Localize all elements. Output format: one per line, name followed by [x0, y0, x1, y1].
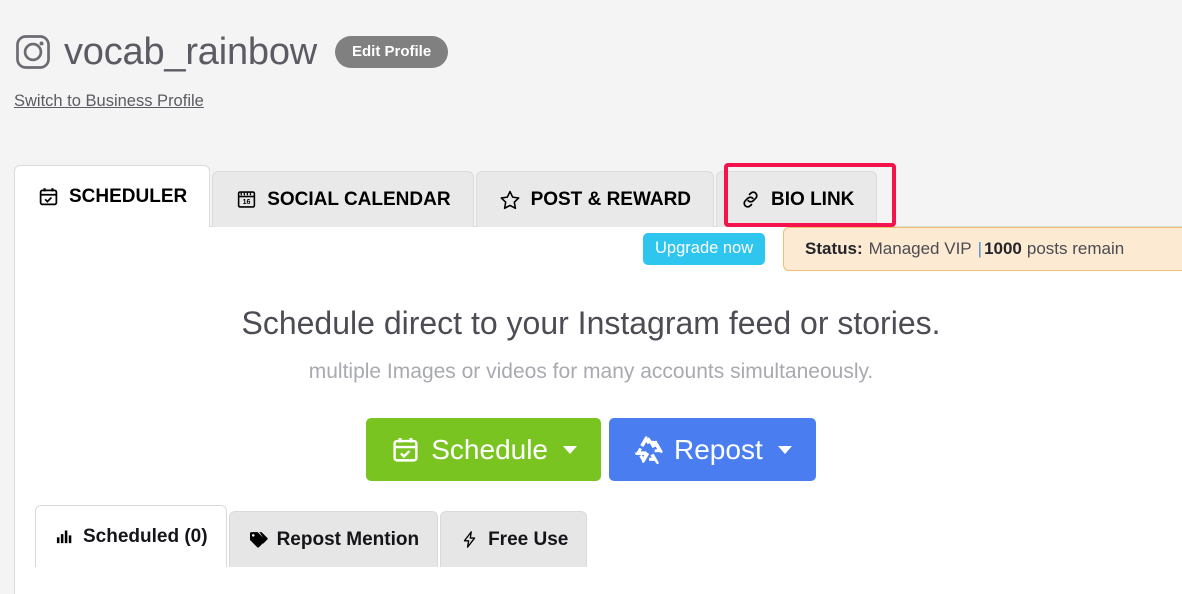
chevron-down-icon: [777, 445, 792, 454]
tab-label: SCHEDULER: [69, 185, 188, 207]
star-icon: [499, 189, 521, 211]
link-icon: [739, 189, 761, 211]
status-quota-count: 1000: [984, 239, 1022, 258]
tab-scheduler[interactable]: SCHEDULER: [14, 165, 211, 227]
tab-label: BIO LINK: [771, 188, 855, 210]
main-tab-bar: SCHEDULER 16 SOCIAL CALENDAR POST & REWA…: [14, 165, 879, 227]
calendar-check-icon: [390, 435, 420, 465]
subtab-free-use[interactable]: Free Use: [440, 511, 588, 567]
action-button-group: Schedule Repost: [0, 418, 1182, 481]
tab-post-and-reward[interactable]: POST & REWARD: [475, 171, 715, 227]
schedule-button[interactable]: Schedule: [366, 418, 602, 481]
subtab-label: Scheduled (0): [83, 525, 208, 547]
subtab-repost-mention[interactable]: Repost Mention: [228, 511, 439, 567]
subtab-scheduled[interactable]: Scheduled (0): [35, 505, 227, 567]
app-screen: vocab_rainbow Edit Profile Switch to Bus…: [0, 0, 1182, 594]
status-quota-text: posts remain: [1026, 239, 1125, 258]
status-banner: Status: Managed VIP | 1000 posts remain: [783, 227, 1182, 271]
status-separator: |: [977, 239, 983, 258]
calendar-16-icon: 16: [235, 189, 257, 211]
tab-label: POST & REWARD: [530, 188, 692, 210]
switch-to-business-profile-link[interactable]: Switch to Business Profile: [14, 92, 204, 111]
page-subtitle: multiple Images or videos for many accou…: [308, 360, 874, 383]
sub-tab-bar: Scheduled (0) Repost Mention Free Use: [35, 505, 589, 567]
lightning-icon: [459, 530, 479, 550]
tab-bio-link[interactable]: BIO LINK: [716, 171, 878, 227]
repost-button-label: Repost: [674, 433, 763, 465]
instagram-icon: [14, 33, 52, 71]
subtab-label: Free Use: [488, 528, 569, 550]
calendar-check-icon: [37, 186, 59, 208]
tag-icon: [248, 530, 268, 550]
profile-header: vocab_rainbow Edit Profile: [14, 22, 449, 82]
recycle-icon: [633, 435, 663, 465]
upgrade-now-button[interactable]: Upgrade now: [643, 233, 766, 265]
page-title: Schedule direct to your Instagram feed o…: [241, 305, 941, 341]
status-plan: Managed VIP: [868, 239, 972, 258]
edit-profile-button[interactable]: Edit Profile: [335, 36, 449, 68]
tab-label: SOCIAL CALENDAR: [267, 188, 451, 210]
svg-text:16: 16: [242, 199, 250, 206]
repost-button[interactable]: Repost: [609, 418, 816, 481]
chevron-down-icon: [563, 445, 578, 454]
bar-chart-icon: [54, 527, 74, 547]
schedule-button-label: Schedule: [431, 433, 549, 465]
tab-social-calendar[interactable]: 16 SOCIAL CALENDAR: [212, 171, 474, 227]
status-label: Status:: [805, 239, 863, 258]
subtab-label: Repost Mention: [276, 528, 420, 550]
account-name: vocab_rainbow: [64, 31, 318, 73]
